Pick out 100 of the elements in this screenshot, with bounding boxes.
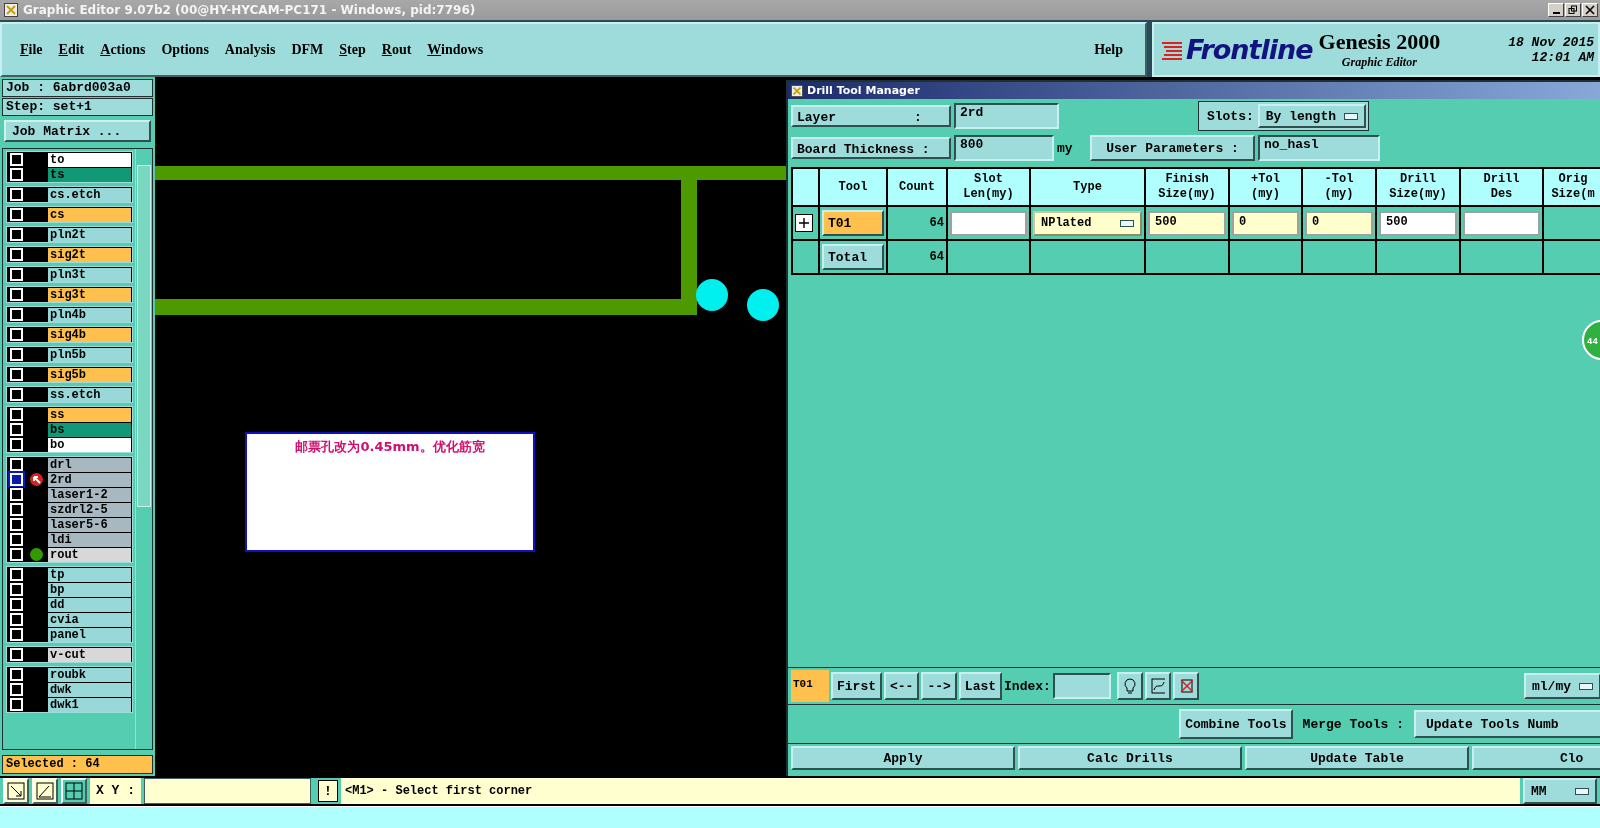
layer-checkbox[interactable] — [10, 473, 23, 486]
layer-name[interactable]: sig2t — [48, 247, 131, 262]
units-dropdown[interactable]: ml/my — [1524, 673, 1600, 699]
layer-checkbox[interactable] — [10, 368, 23, 381]
menu-item[interactable]: Rout — [373, 41, 420, 58]
slots-dropdown[interactable]: By length — [1257, 104, 1366, 128]
layer-name[interactable]: cs.etch — [48, 187, 131, 202]
combine-tools-button[interactable]: Combine Tools — [1179, 709, 1293, 739]
layer-checkbox[interactable] — [10, 648, 23, 661]
curve-icon[interactable] — [1144, 672, 1171, 700]
layer-checkbox[interactable] — [10, 153, 23, 166]
layer-checkbox[interactable] — [10, 228, 23, 241]
layer-name[interactable]: bs — [48, 422, 131, 437]
layer-checkbox[interactable] — [10, 568, 23, 581]
layer-name[interactable]: dwk — [48, 682, 131, 697]
layer-checkbox[interactable] — [10, 668, 23, 681]
menu-item[interactable]: Edit — [50, 41, 93, 58]
layer-name[interactable]: ss.etch — [48, 387, 131, 402]
layer-checkbox[interactable] — [10, 188, 23, 201]
layer-checkbox[interactable] — [10, 683, 23, 696]
help-menu[interactable]: Help — [1086, 41, 1131, 58]
expand-icon[interactable] — [795, 214, 813, 232]
layer-checkbox[interactable] — [10, 348, 23, 361]
menu-item[interactable]: Step — [331, 41, 374, 58]
layer-checkbox[interactable] — [10, 548, 23, 561]
action-button[interactable]: Clo — [1472, 746, 1600, 770]
menu-item[interactable]: Windows — [419, 41, 492, 58]
layer-name[interactable]: dwk1 — [48, 697, 131, 712]
cell-field[interactable]: 500 — [1148, 210, 1226, 236]
tool-button[interactable]: T01 — [822, 210, 884, 236]
units-dropdown[interactable]: MM — [1523, 778, 1597, 804]
layer-checkbox[interactable] — [10, 423, 23, 436]
layer-checkbox[interactable] — [10, 488, 23, 501]
layer-name[interactable]: panel — [48, 627, 131, 642]
layer-name[interactable]: ts — [48, 167, 131, 182]
job-matrix-button[interactable]: Job Matrix ... — [4, 120, 151, 142]
layer-name[interactable]: pln5b — [48, 347, 131, 362]
layer-checkbox[interactable] — [10, 248, 23, 261]
tool-button[interactable]: Total — [822, 244, 884, 270]
layer-name[interactable]: tp — [48, 567, 131, 582]
action-button[interactable]: Update Table — [1245, 746, 1469, 770]
menu-item[interactable]: Analysis — [216, 41, 284, 58]
layer-name[interactable]: drl — [48, 457, 131, 472]
layer-checkbox[interactable] — [10, 288, 23, 301]
lightbulb-icon[interactable] — [1116, 672, 1143, 700]
cell-field[interactable]: 0 — [1305, 210, 1373, 236]
coordinate-field[interactable] — [144, 778, 311, 804]
layer-checkbox[interactable] — [10, 583, 23, 596]
layer-name[interactable]: v-cut — [48, 647, 131, 662]
layer-field[interactable]: 2rd — [954, 103, 1059, 129]
action-button[interactable]: Apply — [791, 746, 1015, 770]
layer-name[interactable]: dd — [48, 597, 131, 612]
menu-item[interactable]: DFM — [283, 41, 332, 58]
index-field[interactable] — [1052, 673, 1111, 699]
navigation-button[interactable]: <-- — [884, 672, 920, 700]
user-parameters-button[interactable]: User Parameters : — [1090, 135, 1255, 161]
layer-name[interactable]: pln4b — [48, 307, 131, 322]
menu-item[interactable]: Options — [153, 41, 217, 58]
action-button[interactable]: Calc Drills — [1018, 746, 1242, 770]
minimize-button[interactable] — [1548, 3, 1564, 17]
restore-button[interactable] — [1565, 3, 1581, 17]
layer-name[interactable]: to — [48, 152, 131, 167]
layer-checkbox[interactable] — [10, 503, 23, 516]
layer-checkbox[interactable] — [10, 388, 23, 401]
layer-name[interactable]: pln3t — [48, 267, 131, 282]
layer-checkbox[interactable] — [10, 268, 23, 281]
angle-icon[interactable] — [32, 778, 58, 804]
layer-checkbox[interactable] — [10, 698, 23, 711]
navigation-button[interactable]: Last — [958, 672, 1003, 700]
layer-name[interactable]: rout — [48, 547, 131, 562]
layer-name[interactable]: laser1-2 — [48, 487, 131, 502]
layer-name[interactable]: cs — [48, 207, 131, 222]
navigation-button[interactable]: --> — [921, 672, 957, 700]
layer-name[interactable]: szdrl2-5 — [48, 502, 131, 517]
layer-checkbox[interactable] — [10, 328, 23, 341]
layer-name[interactable]: cvia — [48, 612, 131, 627]
layer-name[interactable]: roubk — [48, 667, 131, 682]
close-button[interactable] — [1582, 3, 1598, 17]
menu-item[interactable]: File — [12, 41, 51, 58]
layer-name[interactable]: sig4b — [48, 327, 131, 342]
thickness-field[interactable]: 800 — [954, 135, 1054, 161]
layer-name[interactable]: ss — [48, 407, 131, 422]
layer-checkbox[interactable] — [10, 628, 23, 641]
layer-name[interactable]: sig5b — [48, 367, 131, 382]
layer-checkbox[interactable] — [10, 598, 23, 611]
layer-checkbox[interactable] — [10, 308, 23, 321]
layer-name[interactable]: sig3t — [48, 287, 131, 302]
grid-icon[interactable] — [61, 778, 87, 804]
delete-icon[interactable] — [1172, 672, 1199, 700]
layer-checkbox[interactable] — [10, 533, 23, 546]
layer-name[interactable]: bo — [48, 437, 131, 452]
layer-checkbox[interactable] — [10, 438, 23, 451]
layer-checkbox[interactable] — [10, 408, 23, 421]
cell-field[interactable]: 0 — [1232, 210, 1299, 236]
cell-field[interactable]: 500 — [1379, 210, 1457, 236]
layer-checkbox[interactable] — [10, 458, 23, 471]
scrollbar[interactable] — [135, 149, 152, 749]
update-tools-button[interactable]: Update Tools Numb — [1414, 710, 1600, 738]
layer-checkbox[interactable] — [10, 518, 23, 531]
navigation-button[interactable]: First — [831, 672, 882, 700]
